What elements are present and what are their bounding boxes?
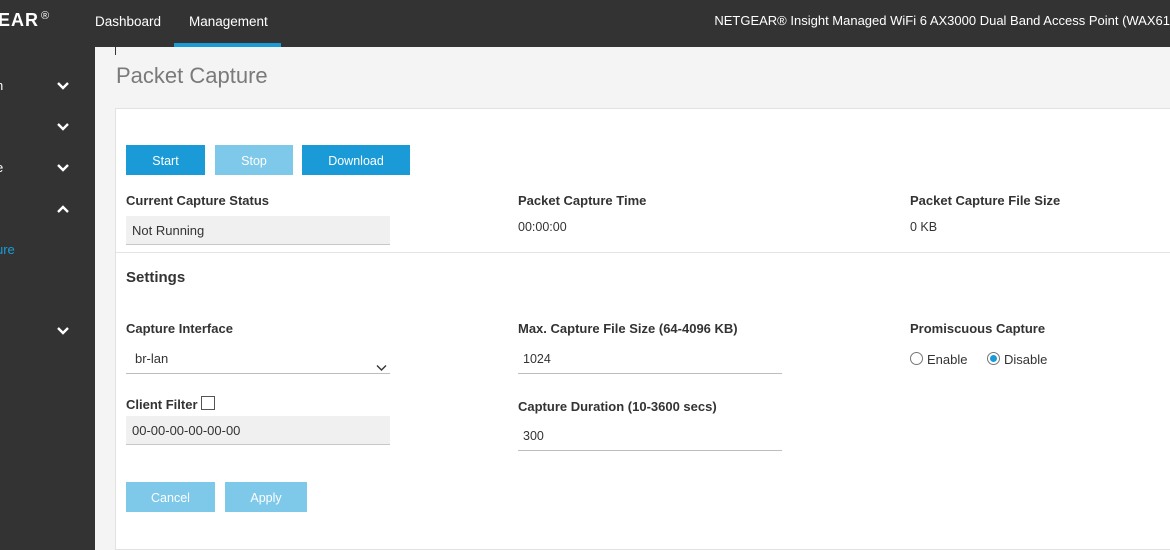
capture-interface-select[interactable]: br-lan xyxy=(126,346,390,374)
tab-management[interactable]: Management xyxy=(189,0,268,47)
sidebar-item-label: n xyxy=(0,78,3,93)
max-capture-file-size-input[interactable]: 1024 xyxy=(518,347,782,374)
chevron-down-icon xyxy=(56,122,70,132)
page-title: Packet Capture xyxy=(116,63,268,88)
current-capture-status-label: Current Capture Status xyxy=(126,193,270,208)
max-capture-file-size-label: Max. Capture File Size (64-4096 KB) xyxy=(518,321,738,336)
sidebar-item-2[interactable] xyxy=(0,107,95,147)
sidebar-item-1[interactable]: n xyxy=(0,66,95,106)
chevron-up-icon xyxy=(56,204,70,214)
sidebar-item-3[interactable]: e xyxy=(0,148,95,188)
packet-capture-time-label: Packet Capture Time xyxy=(518,193,647,208)
promiscuous-enable-radio[interactable] xyxy=(910,352,923,365)
netgear-logo[interactable]: EAR ® xyxy=(0,10,50,31)
packet-capture-time-value: 00:00:00 xyxy=(518,220,567,234)
settings-title: Settings xyxy=(126,269,186,286)
capture-duration-label: Capture Duration (10-3600 secs) xyxy=(518,399,717,414)
cancel-button[interactable]: Cancel xyxy=(126,482,215,512)
apply-button[interactable]: Apply xyxy=(225,482,307,512)
chevron-down-icon xyxy=(56,163,70,173)
capture-interface-label: Capture Interface xyxy=(126,321,233,336)
sidebar-item-packet-capture[interactable]: ure xyxy=(0,232,95,272)
download-button[interactable]: Download xyxy=(302,145,410,175)
capture-interface-value: br-lan xyxy=(135,351,169,366)
current-capture-status-value: Not Running xyxy=(126,216,390,245)
logo-registered-mark: ® xyxy=(41,10,51,22)
client-filter-label: Client Filter xyxy=(126,397,198,412)
device-title: NETGEAR® Insight Managed WiFi 6 AX3000 D… xyxy=(714,13,1170,28)
stop-button[interactable]: Stop xyxy=(215,145,293,175)
logo-text: EAR xyxy=(0,10,40,30)
divider-tick xyxy=(115,47,116,55)
capture-duration-input[interactable]: 300 xyxy=(518,424,782,451)
promiscuous-disable-radio[interactable] xyxy=(987,352,1000,365)
chevron-down-icon xyxy=(56,81,70,91)
sidebar-item-label: ure xyxy=(0,242,15,257)
sidebar-item-6[interactable] xyxy=(0,311,95,351)
promiscuous-disable-label: Disable xyxy=(1004,352,1048,367)
chevron-down-icon xyxy=(56,326,70,336)
tab-dashboard[interactable]: Dashboard xyxy=(95,0,161,47)
promiscuous-capture-label: Promiscuous Capture xyxy=(910,321,1046,336)
top-bar: EAR ® Dashboard Management NETGEAR® Insig… xyxy=(0,0,1170,47)
client-filter-checkbox[interactable] xyxy=(201,396,215,410)
packet-capture-file-size-label: Packet Capture File Size xyxy=(910,193,1061,208)
start-button[interactable]: Start xyxy=(126,145,205,175)
promiscuous-enable-label: Enable xyxy=(927,352,968,367)
sidebar-item-4[interactable] xyxy=(0,190,95,230)
client-filter-input[interactable]: 00-00-00-00-00-00 xyxy=(126,416,390,445)
packet-capture-file-size-value: 0 KB xyxy=(910,220,938,234)
chevron-down-icon xyxy=(376,355,387,381)
sidebar-item-label: e xyxy=(0,160,3,175)
section-divider xyxy=(116,252,1170,253)
